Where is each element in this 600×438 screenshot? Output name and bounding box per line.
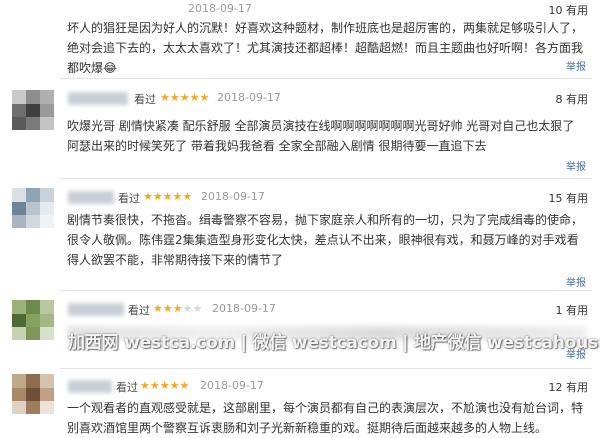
- review-date: 2018-09-17: [212, 302, 276, 315]
- username[interactable]: [68, 92, 128, 105]
- watermark: 加西网 westca.com | 微信 westcacom | 地产微信 wes…: [68, 333, 600, 353]
- review-text: 坏人的猖狂是因为好人的沉默！好喜欢这种题材，制作班底也是超厉害的，两集就足够吸引…: [67, 21, 584, 75]
- report-link[interactable]: 举报: [566, 274, 586, 289]
- star-icon: ★: [169, 91, 180, 104]
- rating-label: 看过: [134, 93, 156, 106]
- star-rating: ★★★★★: [160, 91, 209, 104]
- star-icon: ★: [182, 190, 193, 203]
- report-link[interactable]: 举报: [566, 58, 586, 73]
- review-text: 剧情节奏很快，不拖沓。缉毒警察不容易，抛下家庭亲人和所有的一切，只为了完成缉毒的…: [67, 213, 584, 267]
- divider: [60, 290, 592, 291]
- review-date: 2018-09-17: [201, 190, 265, 203]
- useful-count[interactable]: 12 有用: [549, 379, 589, 395]
- star-icon: ★: [160, 91, 170, 104]
- review-date: 2018-09-17: [217, 91, 281, 104]
- review-date: 2018-09-17: [188, 2, 252, 15]
- useful-count[interactable]: 1 有用: [556, 302, 589, 318]
- star-icon: ★: [153, 302, 163, 315]
- username[interactable]: [68, 380, 112, 393]
- rating-label: 看过: [128, 304, 150, 317]
- avatar[interactable]: [12, 300, 54, 340]
- star-icon: ★: [162, 190, 173, 203]
- avatar[interactable]: [12, 90, 54, 130]
- review-text: 吹爆光哥 剧情快紧凑 配乐舒服 全部演员演技在线啊啊啊啊啊啊啊光哥好帅 光哥对自…: [67, 119, 575, 153]
- star-rating: ★★★★★: [140, 379, 189, 392]
- useful-count[interactable]: 10 有用: [549, 2, 589, 18]
- star-icon: ★: [152, 190, 163, 203]
- star-icon: ★: [140, 379, 150, 392]
- username[interactable]: [68, 303, 124, 316]
- rating-label: 看过: [118, 192, 140, 205]
- review-date: 2018-09-17: [200, 379, 264, 392]
- star-rating: ★★★★★: [153, 302, 202, 315]
- star-icon: ★: [143, 190, 153, 203]
- star-icon: ★: [199, 91, 210, 104]
- divider: [60, 368, 592, 369]
- report-link[interactable]: 举报: [566, 158, 586, 173]
- review-text: 一个观看者的直观感受就是，这部剧里，每个演员都有自己的表演层次，不尬演也没有尬台…: [67, 401, 584, 435]
- star-rating: ★★★★★: [143, 190, 192, 203]
- divider: [60, 178, 592, 179]
- star-icon: ★: [149, 379, 160, 392]
- star-icon: ★: [182, 302, 193, 315]
- useful-count[interactable]: 8 有用: [556, 91, 589, 107]
- divider: [60, 78, 592, 79]
- useful-count[interactable]: 15 有用: [549, 190, 589, 206]
- star-icon: ★: [192, 302, 203, 315]
- star-icon: ★: [162, 302, 173, 315]
- star-icon: ★: [159, 379, 170, 392]
- star-icon: ★: [172, 302, 183, 315]
- star-icon: ★: [172, 190, 183, 203]
- rating-label: 看过: [116, 381, 138, 394]
- star-icon: ★: [189, 91, 200, 104]
- username[interactable]: [68, 191, 114, 204]
- star-icon: ★: [179, 91, 190, 104]
- star-icon: ★: [169, 379, 180, 392]
- avatar[interactable]: [12, 374, 54, 414]
- avatar[interactable]: [12, 188, 54, 228]
- star-icon: ★: [179, 379, 190, 392]
